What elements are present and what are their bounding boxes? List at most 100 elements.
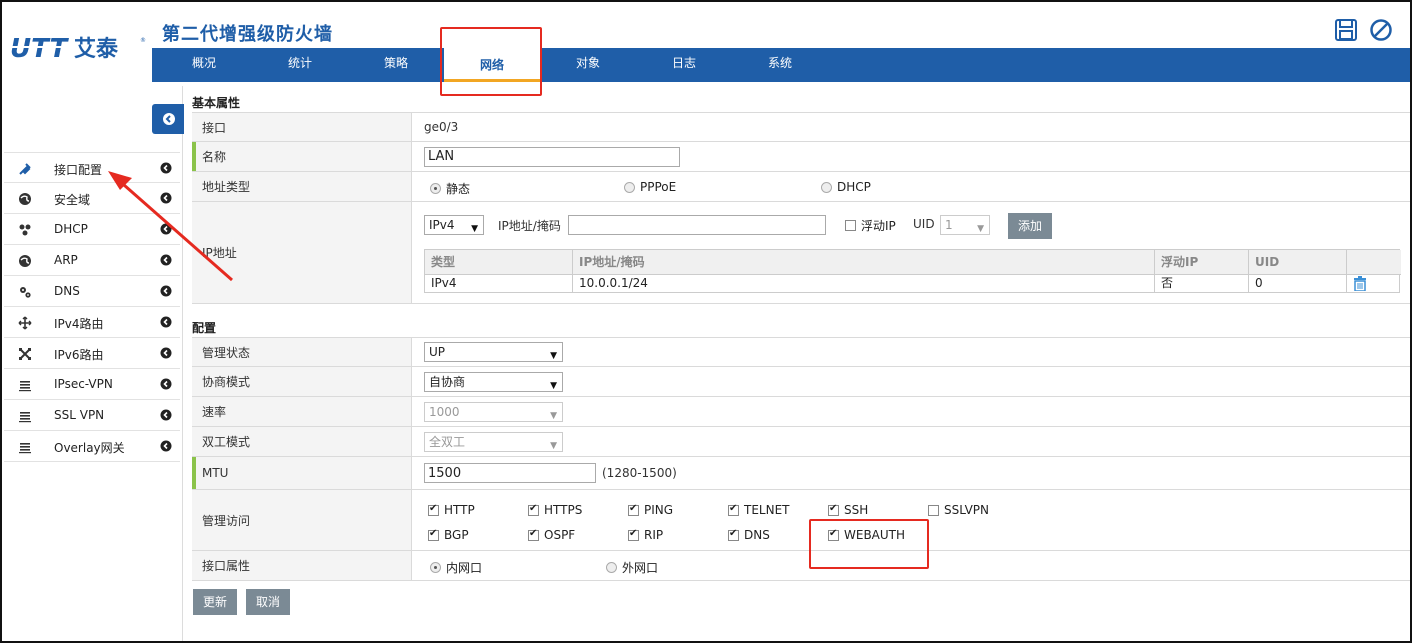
sidebar-item-6[interactable]: IPv6路由 bbox=[4, 338, 180, 369]
name-input[interactable] bbox=[424, 146, 680, 167]
add-ip-button[interactable]: 添加 bbox=[1008, 213, 1052, 239]
mgmt-access-checkbox[interactable] bbox=[728, 503, 739, 516]
iface-attr-label: 接口属性 bbox=[192, 551, 412, 580]
mgmt-access-dns[interactable]: DNS bbox=[728, 528, 770, 542]
sidebar-item-label: DNS bbox=[54, 284, 80, 298]
mgmt-access-checkbox[interactable] bbox=[828, 528, 839, 541]
ip-table-header-uid: UID bbox=[1249, 250, 1347, 274]
list-icon bbox=[19, 412, 31, 423]
negotiation-select[interactable]: 自协商 ▼ bbox=[424, 371, 563, 392]
radio-external[interactable] bbox=[606, 562, 617, 573]
row-interface: 接口 ge0/3 bbox=[192, 112, 1410, 142]
addr-type-pppoe[interactable]: PPPoE bbox=[624, 180, 676, 194]
mgmt-access-checkbox[interactable] bbox=[428, 528, 439, 541]
mgmt-access-checkbox[interactable] bbox=[528, 503, 539, 516]
duplex-label: 双工模式 bbox=[192, 427, 412, 456]
nav-tab-policy[interactable]: 策略 bbox=[348, 48, 444, 82]
mgmt-access-ospf[interactable]: OSPF bbox=[528, 528, 575, 542]
sidebar-item-9[interactable]: Overlay网关 bbox=[4, 431, 180, 462]
svg-text:®: ® bbox=[140, 37, 146, 44]
mgmt-access-bgp[interactable]: BGP bbox=[428, 528, 469, 542]
row-admin-state: 管理状态 UP ▼ bbox=[192, 337, 1410, 367]
radio-dhcp[interactable] bbox=[821, 181, 832, 193]
mgmt-access-telnet[interactable]: TELNET bbox=[728, 503, 790, 517]
trash-icon[interactable] bbox=[1353, 276, 1367, 291]
row-speed: 速率 1000 ▼ bbox=[192, 397, 1410, 427]
mgmt-access-sslvpn[interactable]: SSLVPN bbox=[928, 503, 989, 517]
ip-table-cell-ip: 10.0.0.1/24 bbox=[573, 275, 1155, 292]
sidebar-item-label: DHCP bbox=[54, 222, 88, 236]
mgmt-access-checkbox[interactable] bbox=[628, 503, 639, 516]
gears-icon bbox=[20, 287, 31, 298]
ip-table-header-float: 浮动IP bbox=[1155, 250, 1249, 274]
uid-select[interactable]: 1 ▼ bbox=[940, 215, 990, 235]
admin-state-label: 管理状态 bbox=[192, 338, 412, 366]
row-ip-address: IP地址 IPv4 ▼ IP地址/掩码 浮动IP UID 1 ▼ 添加 类型 IP地… bbox=[192, 202, 1410, 304]
addr-type-dhcp[interactable]: DHCP bbox=[821, 180, 871, 194]
row-mgmt-access: 管理访问 HTTP HTTPS PING TELNET SSH SSLVPN BGP OSPF… bbox=[192, 490, 1410, 551]
iface-attr-internal[interactable]: 内网口 bbox=[430, 559, 482, 576]
addr-type-static[interactable]: 静态 bbox=[430, 180, 470, 197]
ip-mask-input[interactable] bbox=[568, 215, 826, 235]
save-icon[interactable] bbox=[1334, 18, 1358, 42]
ip-version-select[interactable]: IPv4 ▼ bbox=[424, 215, 484, 235]
nav-tab-logs[interactable]: 日志 bbox=[636, 48, 732, 82]
nav-tab-system[interactable]: 系统 bbox=[732, 48, 828, 82]
chevron-left-icon bbox=[160, 409, 172, 421]
nav-tab-statistics[interactable]: 统计 bbox=[252, 48, 348, 82]
list-icon bbox=[19, 381, 31, 392]
ip-table-header-ip: IP地址/掩码 bbox=[573, 250, 1155, 274]
cancel-button[interactable]: 取消 bbox=[246, 589, 290, 615]
sidebar-collapse-button[interactable] bbox=[152, 104, 184, 134]
nav-tab-objects[interactable]: 对象 bbox=[540, 48, 636, 82]
sidebar-item-5[interactable]: IPv4路由 bbox=[4, 307, 180, 338]
speed-label: 速率 bbox=[192, 397, 412, 426]
arrows-icon bbox=[18, 316, 32, 330]
mgmt-access-label: 管理访问 bbox=[192, 490, 412, 550]
ip-table-cell-type: IPv4 bbox=[425, 275, 573, 292]
mgmt-access-checkbox[interactable] bbox=[928, 504, 939, 516]
mtu-input[interactable] bbox=[424, 463, 596, 483]
duplex-select[interactable]: 全双工 ▼ bbox=[424, 431, 563, 452]
mgmt-access-checkbox[interactable] bbox=[428, 503, 439, 516]
ip-table: 类型 IP地址/掩码 浮动IP UID IPv4 10.0.0.1/24 否 0 bbox=[424, 249, 1401, 293]
row-name: 名称 bbox=[192, 142, 1410, 172]
mgmt-access-checkbox[interactable] bbox=[728, 528, 739, 541]
section-basic-title: 基本属性 bbox=[192, 96, 241, 110]
mgmt-access-webauth[interactable]: WEBAUTH bbox=[828, 528, 905, 542]
mgmt-access-checkbox[interactable] bbox=[528, 528, 539, 541]
mgmt-access-https[interactable]: HTTPS bbox=[528, 503, 582, 517]
globe-icon bbox=[19, 255, 31, 267]
radio-internal[interactable] bbox=[430, 562, 441, 573]
update-button[interactable]: 更新 bbox=[193, 589, 237, 615]
radio-pppoe[interactable] bbox=[624, 181, 635, 193]
svg-text:UTT: UTT bbox=[10, 34, 69, 64]
cross-arrows-icon bbox=[19, 348, 31, 360]
sidebar-item-8[interactable]: SSL VPN bbox=[4, 400, 180, 431]
mgmt-access-checkbox[interactable] bbox=[828, 503, 839, 516]
iface-attr-external[interactable]: 外网口 bbox=[606, 559, 658, 576]
app-title: 第二代增强级防火墙 bbox=[162, 24, 333, 45]
mgmt-access-rip[interactable]: RIP bbox=[628, 528, 663, 542]
speed-select[interactable]: 1000 ▼ bbox=[424, 401, 563, 422]
mgmt-access-ping[interactable]: PING bbox=[628, 503, 673, 517]
block-icon[interactable] bbox=[1369, 18, 1393, 42]
ip-table-cell-float: 否 bbox=[1155, 275, 1249, 292]
float-ip-option[interactable]: 浮动IP bbox=[845, 217, 896, 234]
float-ip-checkbox[interactable] bbox=[845, 220, 856, 231]
mgmt-access-http[interactable]: HTTP bbox=[428, 503, 475, 517]
row-address-type: 地址类型 静态 PPPoE DHCP bbox=[192, 172, 1410, 202]
admin-state-select[interactable]: UP ▼ bbox=[424, 342, 563, 362]
chevron-left-icon bbox=[160, 285, 172, 297]
interface-label: 接口 bbox=[192, 113, 412, 141]
nav-tab-network[interactable]: 网络 bbox=[444, 48, 540, 82]
sidebar-item-label: 安全域 bbox=[54, 193, 91, 207]
network-nodes-icon bbox=[19, 224, 31, 236]
sidebar-item-label: IPsec-VPN bbox=[54, 377, 113, 391]
radio-static[interactable] bbox=[430, 183, 441, 194]
nav-tab-overview[interactable]: 概况 bbox=[156, 48, 252, 82]
mgmt-access-checkbox[interactable] bbox=[628, 528, 639, 541]
mgmt-access-ssh[interactable]: SSH bbox=[828, 503, 868, 517]
sidebar-item-label: ARP bbox=[54, 253, 78, 267]
sidebar-item-7[interactable]: IPsec-VPN bbox=[4, 369, 180, 400]
